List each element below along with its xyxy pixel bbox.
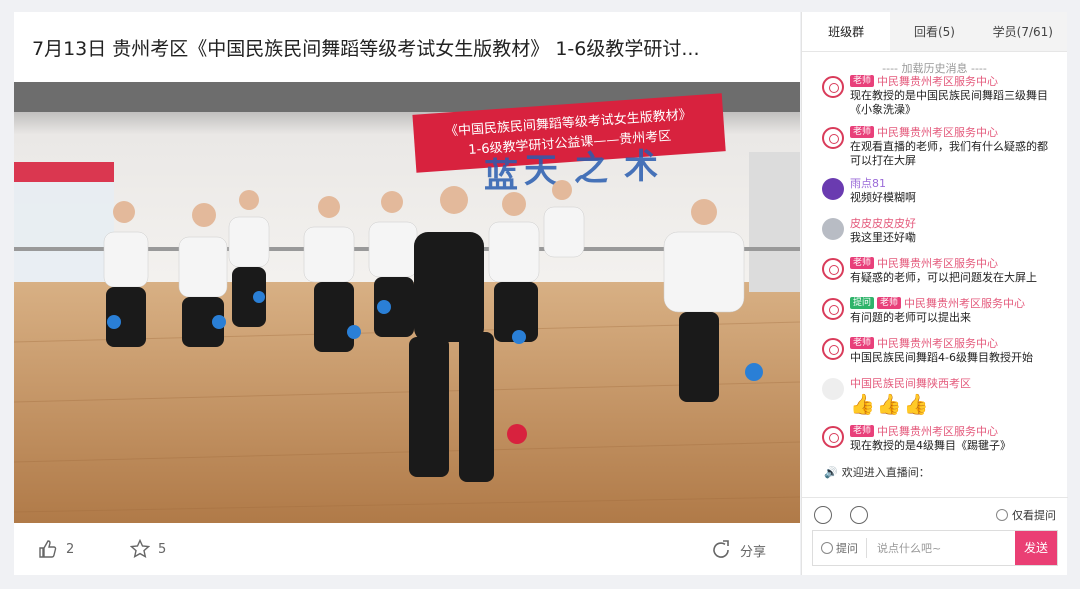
svg-text:之: 之 [574,149,608,189]
star-icon [130,539,150,558]
share-label: 分享 [740,544,767,560]
svg-text:蓝: 蓝 [484,156,518,196]
only-questions-label: 仅看提问 [1012,509,1056,522]
page-title: 7月13日 贵州考区《中国民族民间舞蹈等级考试女生版教材》 1-6级教学研讨..… [32,38,700,60]
list-item: 老师 中民舞贵州考区服务中心 中国民族民间舞蹈4-6级舞目教授开始 [802,336,1068,368]
sender-name: 雨点81 [850,177,886,190]
message-text: 视频好模糊啊 [850,191,916,204]
emoji-icon[interactable] [814,506,832,524]
welcome-text: 欢迎进入直播间： [841,466,930,479]
ask-label: 提问 [836,542,858,555]
chat-input-area: 仅看提问 提问 说点什么吧~ 发送 [802,497,1068,575]
sender-name: 中民舞贵州考区服务中心 [877,425,999,438]
ask-toggle[interactable]: 提问 [813,538,867,558]
avatar [822,426,844,448]
message-text: 现在教授的是中国民族民间舞蹈三级舞目《小象洗澡》 [850,89,1048,116]
message-text: 有疑惑的老师，可以把问题发在大屏上 [850,271,1037,284]
list-item: 提问 老师 中民舞贵州考区服务中心 有问题的老师可以提出来 [802,296,1068,328]
tab-class-group[interactable]: 班级群 [802,12,891,51]
radio-icon[interactable] [996,509,1008,521]
svg-text:天: 天 [524,151,558,191]
svg-text:术: 术 [624,147,658,187]
avatar [822,178,844,200]
thumbs-up-icon [39,540,57,558]
main-panel: 7月13日 贵州考区《中国民族民间舞蹈等级考试女生版教材》 1-6级教学研讨..… [14,12,800,575]
list-item: 老师 中民舞贵州考区服务中心 有疑惑的老师，可以把问题发在大屏上 [802,256,1068,288]
star-count: 5 [158,541,167,557]
avatar [822,298,844,320]
like-button[interactable]: 2 [38,539,74,559]
tab-replay[interactable]: 回看(5) [890,12,979,51]
list-item: 皮皮皮皮皮好 我这里还好嘞 [802,216,1068,248]
share-icon [713,540,729,558]
teacher-badge: 老师 [850,257,875,269]
like-count: 2 [66,541,75,557]
load-history-link[interactable]: ---- 加载历史消息 ---- [802,60,1067,75]
message-text: 有问题的老师可以提出来 [850,311,971,324]
sender-name: 皮皮皮皮皮好 [850,217,916,230]
teacher-badge: 老师 [850,425,875,437]
radio-icon[interactable] [821,542,833,554]
message-input-row: 提问 说点什么吧~ 发送 [812,530,1058,566]
welcome-notice: 🔊 欢迎进入直播间： [802,464,1068,480]
avatar [822,127,844,149]
speaker-icon: 🔊 [824,465,838,479]
sender-name: 中民舞贵州考区服务中心 [877,126,999,139]
only-questions-toggle[interactable]: 仅看提问 [996,507,1056,523]
sender-name: 中民舞贵州考区服务中心 [877,337,999,350]
chat-sidebar: 班级群 回看(5) 学员(7/61) ---- 加载历史消息 ---- 老师 中民… [801,12,1068,575]
sender-name: 中民舞贵州考区服务中心 [904,297,1026,310]
video-frame: 《中国民族民间舞蹈等级考试女生版教材》 1-6级教学研讨公益课——贵州考区 蓝 … [14,82,800,523]
plus-icon[interactable] [850,506,868,524]
question-badge: 提问 [850,297,875,309]
list-item: 老师 中民舞贵州考区服务中心 现在教授的是4级舞目《踢毽子》 [802,424,1068,456]
teacher-badge: 老师 [850,126,875,138]
teacher-badge: 老师 [877,297,902,309]
message-text: 中国民族民间舞蹈4-6级舞目教授开始 [850,351,1033,364]
list-item: 老师 中民舞贵州考区服务中心 现在教授的是中国民族民间舞蹈三级舞目《小象洗澡》 [802,74,1068,117]
avatar [822,378,844,400]
sender-name: 中国民族民间舞陕西考区 [850,377,971,390]
send-button[interactable]: 发送 [1015,531,1057,565]
message-text: 现在教授的是4级舞目《踢毽子》 [850,439,1011,452]
message-input[interactable]: 说点什么吧~ [867,540,1015,556]
avatar [822,338,844,360]
tab-students[interactable]: 学员(7/61) [978,12,1067,51]
avatar [822,76,844,98]
share-button[interactable]: 分享 [710,539,766,561]
thumbs-up-icon: 👍👍👍 [850,392,931,416]
teacher-badge: 老师 [850,337,875,349]
message-list: 老师 中民舞贵州考区服务中心 现在教授的是中国民族民间舞蹈三级舞目《小象洗澡》 老… [802,74,1068,492]
sidebar-tabs: 班级群 回看(5) 学员(7/61) [802,12,1067,52]
sender-name: 中民舞贵州考区服务中心 [877,257,999,270]
sender-name: 中民舞贵州考区服务中心 [877,75,999,88]
list-item: 中国民族民间舞陕西考区 👍👍👍 [802,376,1068,416]
favorite-button[interactable]: 5 [130,539,166,559]
message-text: 我这里还好嘞 [850,231,916,244]
avatar [822,258,844,280]
video-player[interactable]: 《中国民族民间舞蹈等级考试女生版教材》 1-6级教学研讨公益课——贵州考区 蓝 … [14,82,800,523]
list-item: 雨点81 视频好模糊啊 [802,176,1068,208]
video-footer: 2 5 分享 [14,523,800,575]
list-item: 老师 中民舞贵州考区服务中心 在观看直播的老师，我们有什么疑惑的都可以打在大屏 [802,125,1068,168]
teacher-badge: 老师 [850,75,875,87]
message-text: 在观看直播的老师，我们有什么疑惑的都可以打在大屏 [850,140,1048,167]
avatar [822,218,844,240]
